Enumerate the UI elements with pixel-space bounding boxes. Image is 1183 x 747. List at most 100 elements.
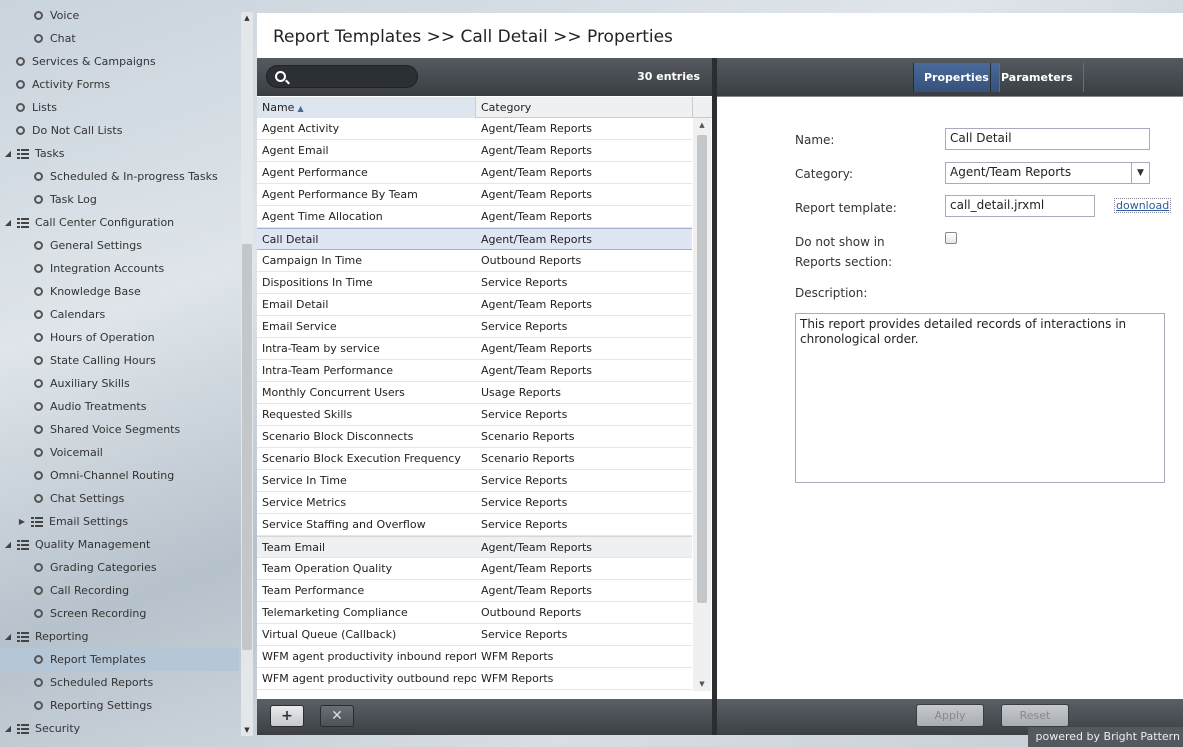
table-row[interactable]: WFM agent productivity inbound report WFM… — [257, 646, 692, 668]
table-row[interactable]: Intra-Team by service Agent/Team Reports — [257, 338, 692, 360]
sidebar-item-scheduled-in-progress-tasks[interactable]: Scheduled & In-progress Tasks — [0, 165, 239, 188]
header-scroll-cap — [693, 97, 712, 118]
sidebar-item-shared-voice-segments[interactable]: Shared Voice Segments — [0, 418, 239, 441]
collapse-icon[interactable]: ◢ — [3, 149, 13, 158]
sidebar-item-email-settings[interactable]: ▶ Email Settings — [0, 510, 239, 533]
scroll-down-icon[interactable]: ▼ — [241, 726, 253, 734]
scroll-down-icon[interactable]: ▼ — [693, 680, 711, 688]
table-row[interactable]: Telemarketing Compliance Outbound Reports — [257, 602, 692, 624]
table-row[interactable]: Monthly Concurrent Users Usage Reports — [257, 382, 692, 404]
column-header-label: Category — [481, 101, 532, 114]
sidebar-item-lists[interactable]: Lists — [0, 96, 239, 119]
sidebar-item-voice[interactable]: Voice — [0, 4, 239, 27]
sidebar-item-label: Calendars — [50, 308, 106, 321]
add-button[interactable]: + — [270, 705, 304, 727]
table-row[interactable]: Email Detail Agent/Team Reports — [257, 294, 692, 316]
sidebar-item-quality-management[interactable]: ◢ Quality Management — [0, 533, 239, 556]
sidebar-item-calendars[interactable]: Calendars — [0, 303, 239, 326]
sidebar-item-reporting[interactable]: ◢ Reporting — [0, 625, 239, 648]
sidebar-item-label: Scheduled Reports — [50, 676, 154, 689]
table-row[interactable]: Agent Time Allocation Agent/Team Reports — [257, 206, 692, 228]
search-box[interactable] — [266, 65, 418, 88]
sidebar-item-state-calling-hours[interactable]: State Calling Hours — [0, 349, 239, 372]
table-row[interactable]: Agent Activity Agent/Team Reports — [257, 118, 692, 140]
table-row[interactable]: Requested Skills Service Reports — [257, 404, 692, 426]
description-textarea[interactable]: This report provides detailed records of… — [795, 313, 1165, 483]
table-row[interactable]: Agent Performance Agent/Team Reports — [257, 162, 692, 184]
collapse-icon[interactable]: ◢ — [3, 540, 13, 549]
sidebar-item-scheduled-reports[interactable]: Scheduled Reports — [0, 671, 239, 694]
table-row[interactable]: Email Service Service Reports — [257, 316, 692, 338]
delete-button[interactable]: ✕ — [320, 705, 354, 727]
hide-in-reports-checkbox[interactable] — [945, 232, 957, 244]
table-row[interactable]: Scenario Block Disconnects Scenario Repor… — [257, 426, 692, 448]
scroll-up-icon[interactable]: ▲ — [241, 14, 253, 22]
report-template-field[interactable]: call_detail.jrxml — [945, 195, 1095, 217]
sidebar-item-activity-forms[interactable]: Activity Forms — [0, 73, 239, 96]
sidebar-item-audio-treatments[interactable]: Audio Treatments — [0, 395, 239, 418]
sidebar-item-screen-recording[interactable]: Screen Recording — [0, 602, 239, 625]
column-header-name[interactable]: Name ▲ — [257, 97, 476, 118]
table-row[interactable]: Service Metrics Service Reports — [257, 492, 692, 514]
scroll-up-icon[interactable]: ▲ — [693, 121, 711, 129]
grid-scroll-thumb[interactable] — [697, 135, 707, 603]
sidebar-item-omni-channel-routing[interactable]: Omni-Channel Routing — [0, 464, 239, 487]
collapse-icon[interactable]: ◢ — [3, 724, 13, 733]
sidebar-item-security[interactable]: ◢ Security — [0, 717, 239, 740]
sidebar-item-hours-of-operation[interactable]: Hours of Operation — [0, 326, 239, 349]
cell-name: Intra-Team by service — [262, 342, 380, 355]
collapse-icon[interactable]: ◢ — [3, 632, 13, 641]
table-row[interactable]: Intra-Team Performance Agent/Team Reports — [257, 360, 692, 382]
grid-scrollbar[interactable]: ▲ ▼ — [693, 118, 711, 691]
cell-category: Outbound Reports — [481, 606, 582, 619]
sidebar-item-call-recording[interactable]: Call Recording — [0, 579, 239, 602]
sidebar-item-grading-categories[interactable]: Grading Categories — [0, 556, 239, 579]
sidebar-item-label: Audio Treatments — [50, 400, 147, 413]
sidebar-item-general-settings[interactable]: General Settings — [0, 234, 239, 257]
table-row[interactable]: Agent Email Agent/Team Reports — [257, 140, 692, 162]
table-row[interactable]: Campaign In Time Outbound Reports — [257, 250, 692, 272]
sidebar-item-chat-settings[interactable]: Chat Settings — [0, 487, 239, 510]
table-row[interactable]: Agent Performance By Team Agent/Team Repo… — [257, 184, 692, 206]
sidebar-item-label: General Settings — [50, 239, 142, 252]
tab-properties[interactable]: Properties — [913, 63, 1000, 92]
apply-button[interactable]: Apply — [916, 704, 984, 727]
category-select[interactable]: Agent/Team Reports ▼ — [945, 162, 1150, 184]
table-row[interactable]: Team Operation Quality Agent/Team Reports — [257, 558, 692, 580]
sidebar-item-chat[interactable]: Chat — [0, 27, 239, 50]
bullet-icon — [16, 126, 25, 135]
sidebar-item-report-templates[interactable]: Report Templates — [0, 648, 239, 671]
sidebar-item-voicemail[interactable]: Voicemail — [0, 441, 239, 464]
sidebar-scrollbar[interactable]: ▲ ▼ — [241, 12, 253, 736]
sidebar-item-auxiliary-skills[interactable]: Auxiliary Skills — [0, 372, 239, 395]
expand-icon[interactable]: ▶ — [17, 517, 27, 526]
tab-parameters[interactable]: Parameters — [990, 63, 1084, 92]
table-row[interactable]: WFM agent productivity outbound report WF… — [257, 668, 692, 690]
collapse-icon[interactable]: ◢ — [3, 218, 13, 227]
panel-splitter[interactable] — [712, 58, 717, 735]
table-row[interactable]: Service Staffing and Overflow Service Rep… — [257, 514, 692, 536]
column-header-category[interactable]: Category — [476, 97, 693, 118]
reset-button[interactable]: Reset — [1001, 704, 1069, 727]
table-row[interactable]: Call Detail Agent/Team Reports — [257, 228, 692, 250]
sidebar-item-do-not-call-lists[interactable]: Do Not Call Lists — [0, 119, 239, 142]
download-link[interactable]: download — [1114, 198, 1172, 213]
table-row[interactable]: Scenario Block Execution Frequency Scenar… — [257, 448, 692, 470]
table-row[interactable]: Team Performance Agent/Team Reports — [257, 580, 692, 602]
sidebar-item-tasks[interactable]: ◢ Tasks — [0, 142, 239, 165]
sidebar-item-call-center-configuration[interactable]: ◢ Call Center Configuration — [0, 211, 239, 234]
chevron-down-icon[interactable]: ▼ — [1131, 163, 1149, 183]
cell-category: Service Reports — [481, 474, 568, 487]
name-field[interactable]: Call Detail — [945, 128, 1150, 150]
sidebar-item-integration-accounts[interactable]: Integration Accounts — [0, 257, 239, 280]
search-input[interactable] — [293, 69, 413, 85]
sidebar-item-reporting-settings[interactable]: Reporting Settings — [0, 694, 239, 717]
sidebar-item-knowledge-base[interactable]: Knowledge Base — [0, 280, 239, 303]
sidebar-scroll-thumb[interactable] — [242, 244, 252, 650]
table-row[interactable]: Service In Time Service Reports — [257, 470, 692, 492]
sidebar-item-task-log[interactable]: Task Log — [0, 188, 239, 211]
table-row[interactable]: Dispositions In Time Service Reports — [257, 272, 692, 294]
table-row[interactable]: Team Email Agent/Team Reports — [257, 536, 692, 558]
sidebar-item-services-campaigns[interactable]: Services & Campaigns — [0, 50, 239, 73]
table-row[interactable]: Virtual Queue (Callback) Service Reports — [257, 624, 692, 646]
